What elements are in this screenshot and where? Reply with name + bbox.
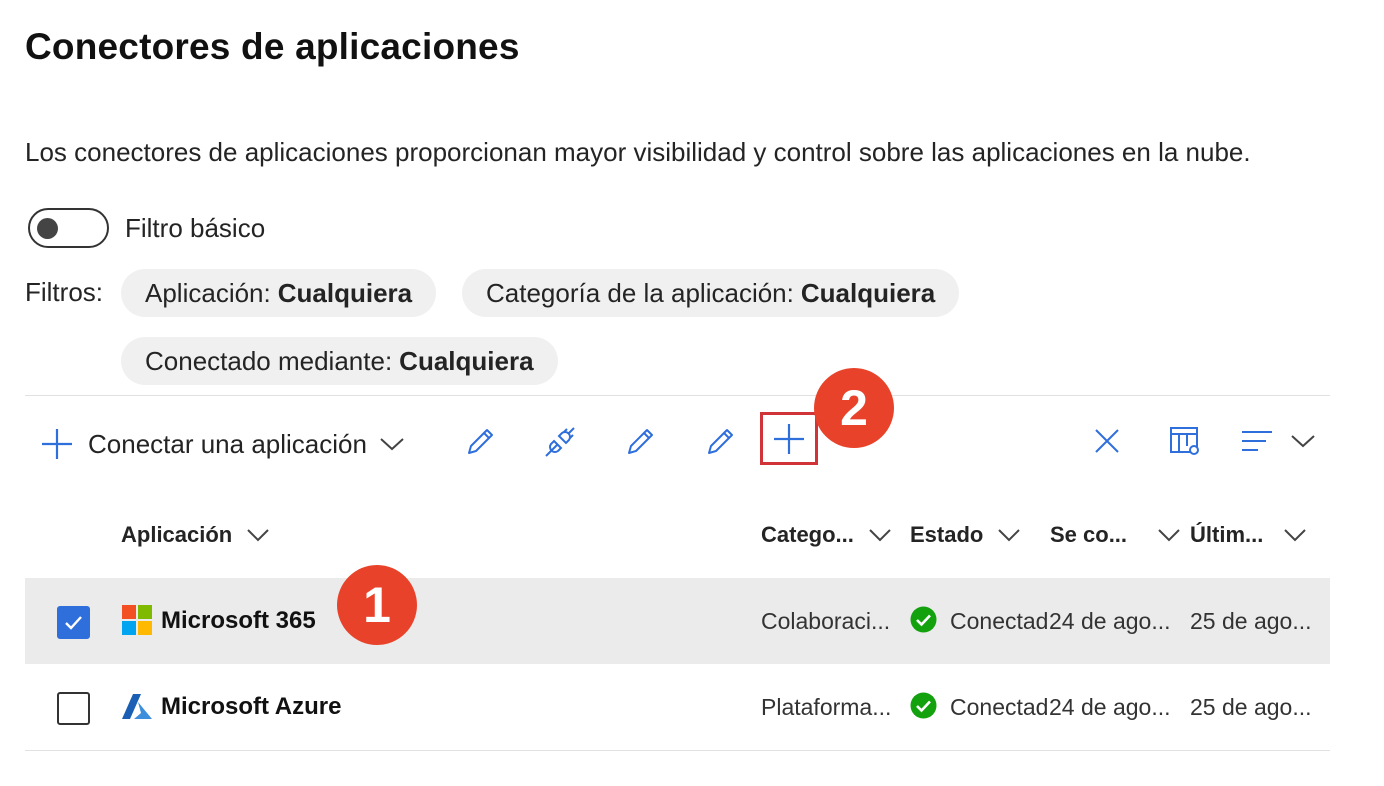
status-cell: Conectad — [950, 694, 1049, 720]
filter-pill-application[interactable]: Aplicación: Cualquiera — [121, 269, 437, 317]
connect-app-label: Conectar una aplicación — [88, 428, 367, 459]
last-activity-cell: 25 de ago... — [1190, 608, 1312, 634]
basic-filter-toggle[interactable] — [28, 208, 109, 248]
basic-filter-toggle-row: Filtro básico — [28, 208, 265, 248]
row-checkbox[interactable] — [57, 692, 90, 725]
filter-pill-value: Cualquiera — [277, 277, 413, 308]
column-header-label: Últim... — [1190, 522, 1264, 547]
chevron-down-icon — [1290, 433, 1316, 449]
checkmark-icon — [65, 616, 82, 630]
chevron-down-icon — [868, 522, 892, 548]
success-check-icon — [910, 606, 937, 633]
highlight-box — [760, 412, 818, 465]
status-cell: Conectad — [950, 608, 1049, 634]
connected-date-cell: 24 de ago... — [1049, 694, 1171, 720]
column-header-label: Aplicación — [121, 522, 233, 547]
chevron-down-icon — [997, 522, 1021, 548]
chevron-down-icon — [1283, 522, 1307, 548]
column-settings-icon[interactable] — [1169, 426, 1203, 458]
edit-icon[interactable] — [703, 425, 737, 459]
chevron-down-icon — [379, 436, 405, 452]
app-name[interactable]: Microsoft 365 — [161, 607, 316, 635]
filter-pill-category[interactable]: Categoría de la aplicación: Cualquiera — [462, 269, 960, 317]
column-header-status[interactable]: Estado — [910, 522, 1021, 548]
app-name[interactable]: Microsoft Azure — [161, 693, 341, 721]
add-icon — [40, 427, 74, 461]
filters-label: Filtros: — [25, 277, 103, 307]
group-list-icon — [1240, 430, 1274, 452]
filter-pill-name: Conectado mediante: — [145, 345, 393, 376]
column-header-last[interactable]: Últim... — [1190, 522, 1307, 548]
connected-date-cell: 24 de ago... — [1049, 608, 1171, 634]
edit-icon[interactable] — [623, 425, 657, 459]
column-header-label: Estado — [910, 522, 984, 547]
category-cell: Plataforma... — [761, 694, 892, 720]
connect-app-button[interactable]: Conectar una aplicación — [40, 427, 405, 461]
column-header-application[interactable]: Aplicación — [121, 522, 270, 548]
page-description: Los conectores de aplicaciones proporcio… — [25, 137, 1251, 167]
microsoft-azure-logo — [121, 691, 153, 723]
filter-pill-value: Cualquiera — [800, 277, 936, 308]
table-row[interactable]: Microsoft 365 Colaboraci... Conectad 24 … — [25, 578, 1330, 664]
close-icon[interactable] — [1093, 427, 1121, 455]
plug-icon[interactable] — [542, 424, 578, 460]
toggle-knob — [37, 218, 58, 239]
row-checkbox[interactable] — [57, 606, 90, 639]
last-activity-cell: 25 de ago... — [1190, 694, 1312, 720]
table-bottom-divider — [25, 750, 1330, 751]
chevron-down-icon — [1157, 522, 1181, 548]
edit-icon[interactable] — [463, 425, 497, 459]
group-list-button[interactable] — [1240, 430, 1316, 452]
chevron-down-icon — [246, 522, 270, 548]
success-check-icon — [910, 692, 937, 719]
column-header-connected[interactable]: Se co... — [1050, 522, 1181, 548]
column-header-label: Catego... — [761, 522, 854, 547]
basic-filter-label: Filtro básico — [125, 212, 266, 243]
column-header-category[interactable]: Catego... — [761, 522, 892, 548]
step-badge-1: 1 — [337, 565, 417, 645]
category-cell: Colaboraci... — [761, 608, 891, 634]
filter-pill-value: Cualquiera — [399, 345, 534, 376]
step-badge-2: 2 — [814, 368, 894, 448]
filter-pill-name: Aplicación: — [145, 277, 271, 308]
filter-pill-connected-by[interactable]: Conectado mediante: Cualquiera — [121, 337, 558, 385]
table-row[interactable]: Microsoft Azure Plataforma... Conectad 2… — [25, 664, 1330, 750]
column-header-label: Se co... — [1050, 522, 1128, 547]
microsoft-365-logo — [121, 604, 153, 636]
page-title: Conectores de aplicaciones — [25, 26, 520, 67]
toolbar-divider — [25, 395, 1330, 396]
filter-pill-name: Categoría de la aplicación: — [486, 277, 794, 308]
